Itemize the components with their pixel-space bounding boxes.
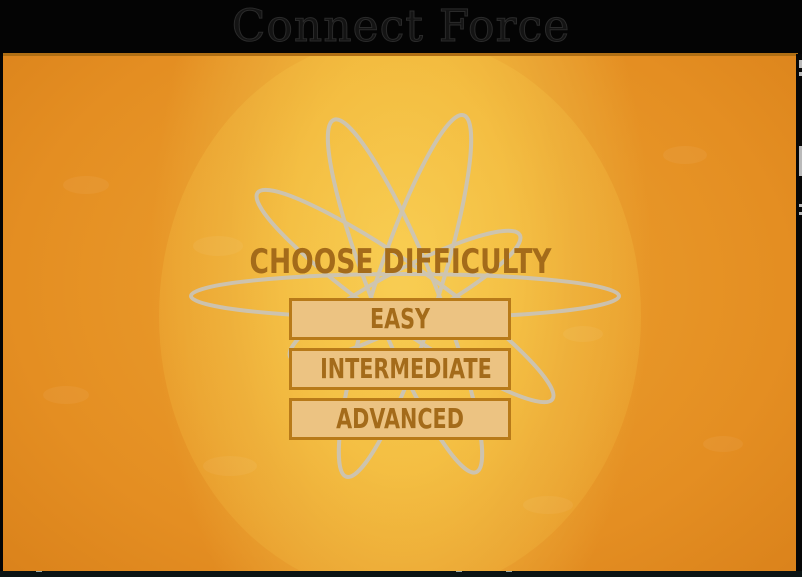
easy-button[interactable]: EASY bbox=[289, 298, 511, 340]
bottom-tick bbox=[456, 571, 462, 577]
game-window: Connect Force CHOOSE DIFFICULTY EASY INT… bbox=[0, 0, 802, 577]
bottom-bar bbox=[0, 571, 802, 577]
app-title: Connect Force bbox=[231, 1, 571, 53]
game-canvas: CHOOSE DIFFICULTY EASY INTERMEDIATE ADVA… bbox=[3, 53, 798, 571]
bottom-tick bbox=[36, 571, 42, 577]
easy-button-label: EASY bbox=[369, 302, 431, 335]
difficulty-menu: CHOOSE DIFFICULTY EASY INTERMEDIATE ADVA… bbox=[3, 56, 798, 571]
menu-heading: CHOOSE DIFFICULTY bbox=[249, 242, 552, 282]
right-edge-strip bbox=[796, 54, 802, 574]
title-bar: Connect Force bbox=[0, 0, 802, 54]
bottom-tick bbox=[506, 571, 512, 577]
intermediate-button-label: INTERMEDIATE bbox=[320, 352, 492, 385]
intermediate-button[interactable]: INTERMEDIATE bbox=[289, 348, 511, 390]
advanced-button[interactable]: ADVANCED bbox=[289, 398, 511, 440]
advanced-button-label: ADVANCED bbox=[336, 402, 464, 435]
